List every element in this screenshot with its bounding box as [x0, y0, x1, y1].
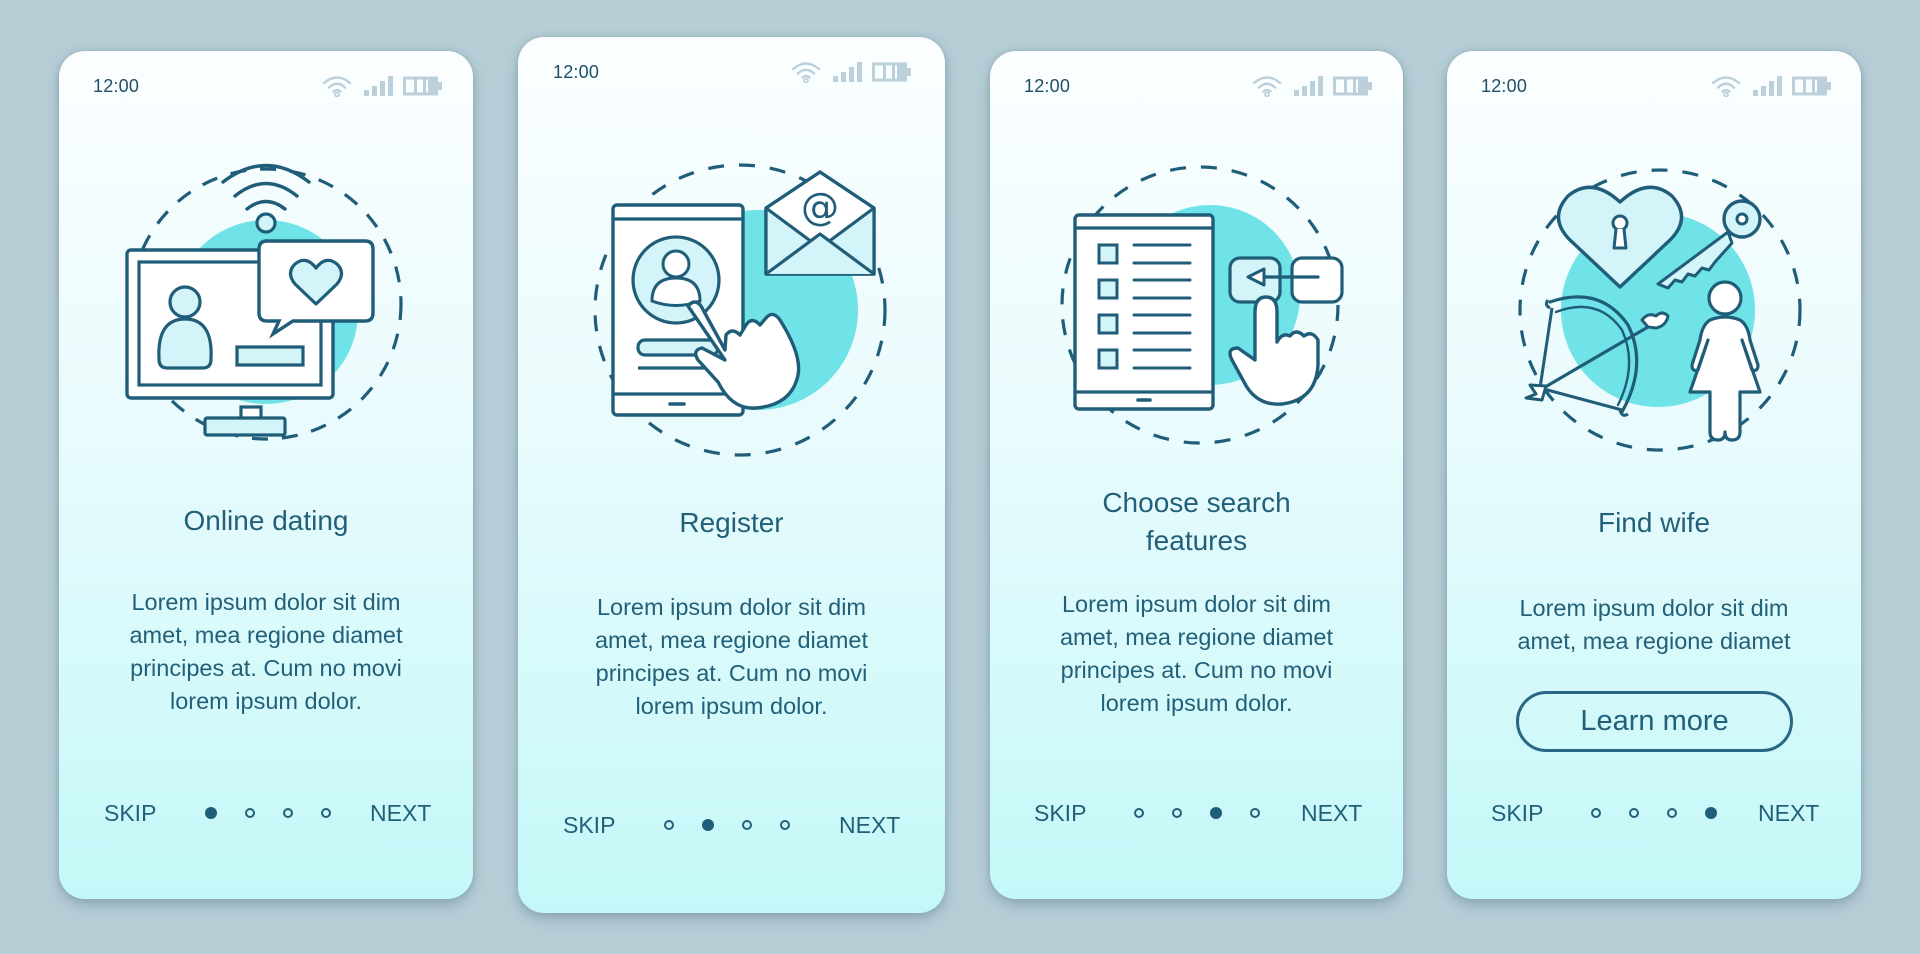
page-dot-active[interactable]: [1210, 807, 1222, 819]
screen-description: Lorem ipsum dolor sit dim amet, mea regi…: [990, 588, 1403, 720]
onboarding-screen-search-features: 12:00 Choose search features Lorem ipsum…: [990, 51, 1403, 899]
onboarding-footer: SKIP NEXT: [1447, 798, 1861, 828]
status-icons: [790, 61, 912, 83]
status-time: 12:00: [1481, 76, 1528, 96]
screen-title: Online dating: [183, 505, 349, 536]
page-dot[interactable]: [1591, 808, 1601, 818]
page-dot[interactable]: [283, 808, 293, 818]
wifi-icon: [1252, 76, 1282, 97]
battery-icon: [872, 62, 911, 82]
status-time: 12:00: [93, 76, 140, 96]
next-button[interactable]: NEXT: [1301, 798, 1362, 828]
computer-dating-icon: [125, 163, 403, 441]
skip-button[interactable]: SKIP: [563, 810, 615, 840]
description-line: lorem ipsum dolor.: [635, 693, 828, 719]
description-line: Lorem ipsum dolor sit dim: [131, 589, 401, 615]
next-button[interactable]: NEXT: [370, 798, 431, 828]
description-line: principes at. Cum no movi: [130, 655, 402, 681]
screen-title: Choose search features: [990, 484, 1403, 560]
wifi-icon: [791, 62, 821, 83]
description-line: lorem ipsum dolor.: [1100, 690, 1293, 716]
status-time: 12:00: [553, 62, 600, 82]
signal-icon: [833, 62, 862, 82]
signal-icon: [1753, 76, 1782, 96]
page-indicator: [205, 798, 331, 828]
page-dot[interactable]: [1667, 808, 1677, 818]
page-indicator: [1591, 798, 1717, 828]
battery-icon: [1792, 76, 1831, 96]
description-line: amet, mea regione diamet: [1517, 628, 1791, 654]
search-features-icon: [1060, 165, 1344, 445]
page-dot[interactable]: [664, 820, 674, 830]
battery-icon: [1333, 76, 1372, 96]
page-dot[interactable]: [245, 808, 255, 818]
signal-icon: [364, 76, 393, 96]
learn-more-button[interactable]: Learn more: [1516, 691, 1793, 752]
page-dot[interactable]: [1172, 808, 1182, 818]
title-line: features: [1145, 525, 1248, 556]
screen-description: Lorem ipsum dolor sit dim amet, mea regi…: [1447, 592, 1861, 658]
skip-button[interactable]: SKIP: [1491, 798, 1543, 828]
status-icons: [321, 75, 443, 97]
page-dot[interactable]: [1250, 808, 1260, 818]
screen-title: Register: [679, 507, 784, 538]
page-indicator: [1134, 798, 1260, 828]
status-icons: [1251, 75, 1373, 97]
register-phone-email-icon: @: [593, 163, 887, 457]
page-dot[interactable]: [321, 808, 331, 818]
skip-button[interactable]: SKIP: [104, 798, 156, 828]
onboarding-footer: SKIP NEXT: [990, 798, 1403, 828]
onboarding-screen-find-wife: 12:00 Find wife Lorem ipsum dolor sit di…: [1447, 51, 1861, 899]
onboarding-footer: SKIP NEXT: [59, 798, 473, 828]
screen-description: Lorem ipsum dolor sit dim amet, mea regi…: [59, 586, 473, 718]
page-dot[interactable]: [1134, 808, 1144, 818]
screen-description: Lorem ipsum dolor sit dim amet, mea regi…: [518, 591, 945, 723]
page-dot[interactable]: [780, 820, 790, 830]
page-dot-active[interactable]: [702, 819, 714, 831]
status-icons: [1710, 75, 1832, 97]
battery-icon: [403, 76, 442, 96]
signal-icon: [1294, 76, 1323, 96]
description-line: amet, mea regione diamet: [594, 627, 868, 653]
description-line: amet, mea regione diamet: [1059, 624, 1333, 650]
next-button[interactable]: NEXT: [1758, 798, 1819, 828]
page-dot-active[interactable]: [1705, 807, 1717, 819]
wifi-icon: [1711, 76, 1741, 97]
wifi-icon: [322, 76, 352, 97]
onboarding-screen-register: 12:00 @ Register Lorem ipsum dolor sit d…: [518, 37, 945, 913]
description-line: Lorem ipsum dolor sit dim: [1519, 595, 1789, 621]
find-wife-icon: [1518, 168, 1802, 452]
page-dot[interactable]: [742, 820, 752, 830]
description-line: principes at. Cum no movi: [595, 660, 868, 686]
page-dot-active[interactable]: [205, 807, 217, 819]
next-button[interactable]: NEXT: [839, 810, 900, 840]
title-line: Choose search: [1102, 487, 1291, 518]
description-line: Lorem ipsum dolor sit dim: [596, 594, 867, 620]
description-line: lorem ipsum dolor.: [170, 688, 362, 714]
description-line: amet, mea regione diamet: [129, 622, 403, 648]
onboarding-footer: SKIP NEXT: [518, 810, 945, 840]
screen-title: Find wife: [1597, 507, 1711, 538]
description-line: Lorem ipsum dolor sit dim: [1061, 591, 1332, 617]
description-line: principes at. Cum no movi: [1060, 657, 1333, 683]
onboarding-screen-online-dating: 12:00 Online dating Lorem ipsum dolor si…: [59, 51, 473, 899]
page-dot[interactable]: [1629, 808, 1639, 818]
page-indicator: [664, 810, 790, 840]
svg-text:@: @: [801, 185, 839, 229]
status-time: 12:00: [1024, 76, 1071, 96]
skip-button[interactable]: SKIP: [1034, 798, 1086, 828]
